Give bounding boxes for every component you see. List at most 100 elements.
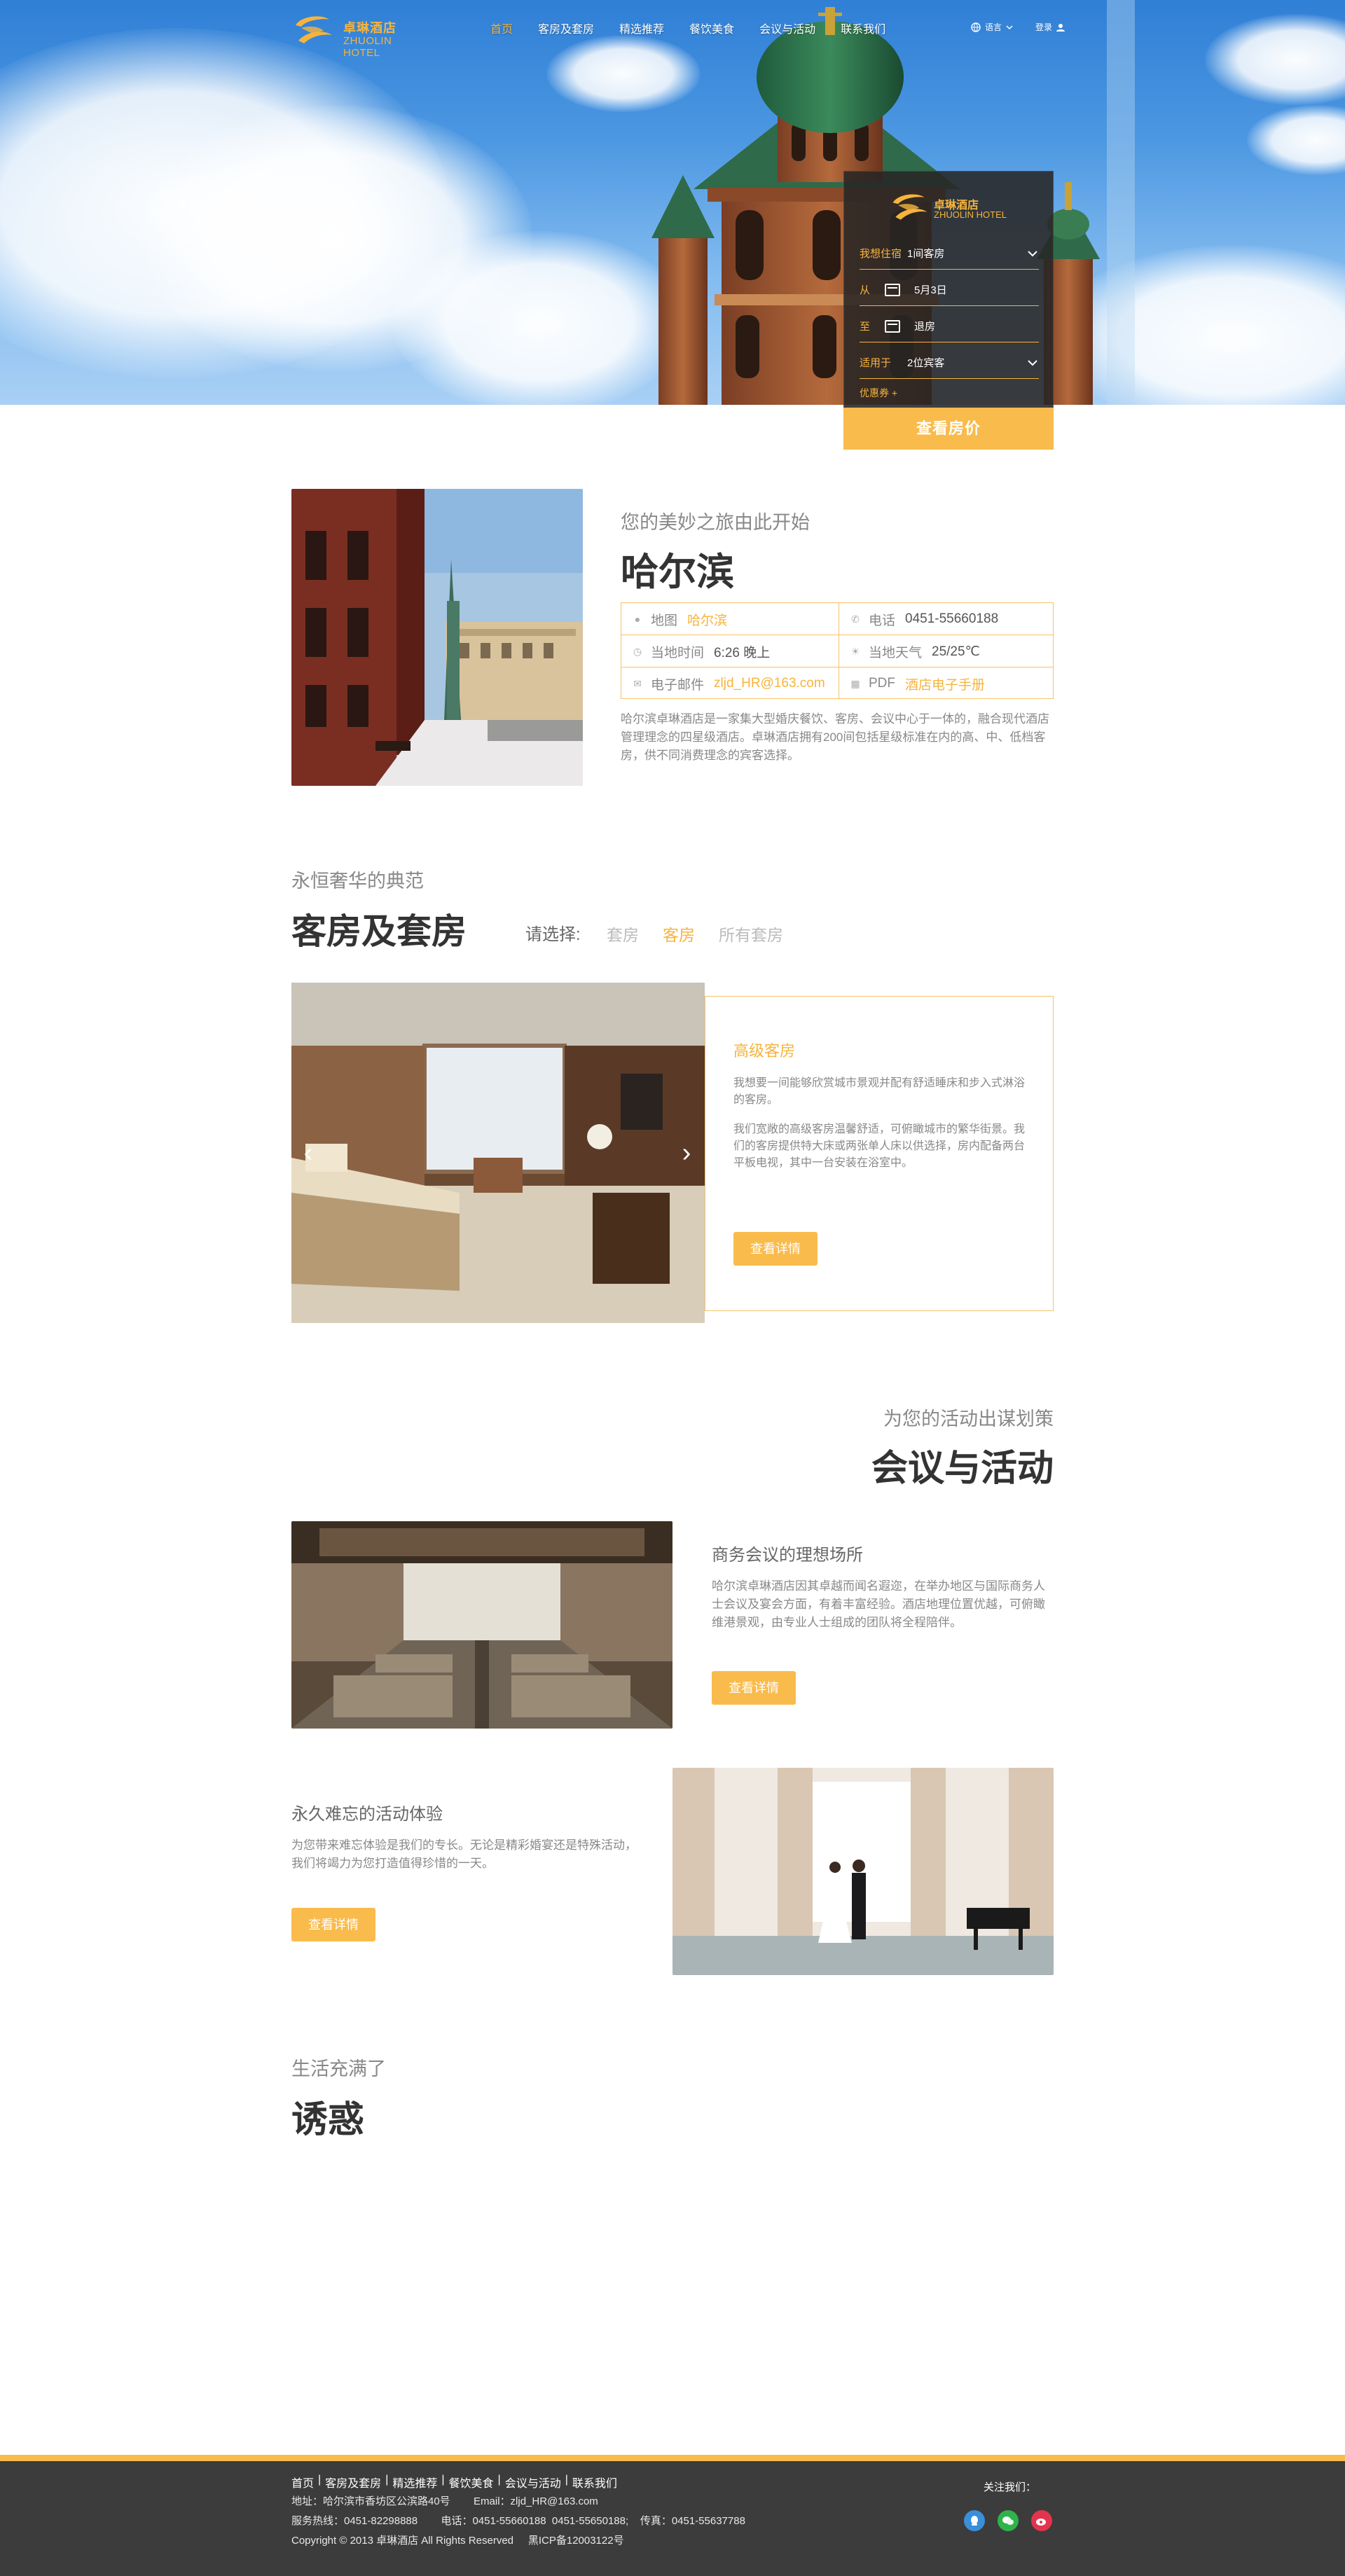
info-pdf-label: PDF — [869, 676, 895, 691]
user-icon — [1056, 23, 1065, 32]
cloud — [1247, 105, 1345, 175]
event-business-text: 哈尔滨卓琳酒店因其卓越而闻名遐迩，在举办地区与国际商务人士会议及宴会方面，有着丰… — [712, 1579, 1045, 1629]
checkin-label: 从 — [860, 284, 871, 296]
info-pdf: ▦ PDF 酒店电子手册 — [839, 667, 985, 700]
intro-title: 哈尔滨 — [621, 551, 734, 593]
footer-nav: 首页 | 客房及套房 | 精选推荐 | 餐饮美食 | 会议与活动 | 联系我们 — [291, 2474, 617, 2491]
wechat-icon[interactable] — [998, 2510, 1019, 2531]
events-title: 会议与活动 — [871, 1449, 1054, 1489]
footer-copyright: Copyright © 2013 卓琳酒店 All Rights Reserve… — [291, 2535, 624, 2547]
hero-banner: 卓琳酒店 ZHUOLIN HOTEL 首页 客房及套房 精选推荐 餐饮美食 会议… — [0, 0, 1345, 405]
life-title: 诱惑 — [291, 2100, 365, 2140]
checkout-value: 退房 — [914, 321, 936, 333]
footer-link-contact[interactable]: 联系我们 — [572, 2474, 617, 2491]
calendar-icon — [885, 319, 900, 333]
checkin-value: 5月3日 — [914, 284, 947, 296]
room-details-button[interactable]: 查看详情 — [733, 1232, 818, 1266]
room-filter-label: 请选择: — [525, 925, 581, 944]
room-filter-all-suites[interactable]: 所有套房 — [719, 922, 783, 946]
room-count-label: 我想住宿 — [860, 248, 902, 260]
check-rates-button[interactable]: 查看房价 — [843, 408, 1054, 450]
room-count-value: 1间客房 — [907, 248, 945, 260]
footer-link-dining[interactable]: 餐饮美食 — [449, 2474, 494, 2491]
globe-icon — [971, 22, 981, 32]
info-map: ● 地图 哈尔滨 — [621, 603, 727, 635]
language-selector[interactable]: 语言 — [985, 21, 1002, 33]
site-footer: 首页 | 客房及套房 | 精选推荐 | 餐饮美食 | 会议与活动 | 联系我们 地址：哈尔… — [0, 2455, 1345, 2576]
nav-item-featured[interactable]: 精选推荐 — [619, 20, 664, 36]
rooms-subtitle: 永恒奢华的典范 — [291, 871, 424, 892]
chevron-down-icon — [1028, 359, 1037, 366]
carousel-next-icon[interactable]: › — [672, 1132, 701, 1174]
footer-link-rooms[interactable]: 客房及套房 — [325, 2474, 381, 2491]
chevron-down-icon — [1006, 25, 1013, 29]
room-detail-card: 高级客房 我想要一间能够欣赏城市景观并配有舒适睡床和步入式淋浴的客房。 我们宽敞… — [705, 996, 1054, 1311]
checkout-date-field[interactable]: 至 退房 — [860, 310, 1039, 342]
info-time: ◷ 当地时间 6:26 晚上 — [621, 635, 770, 667]
map-marker-icon: ● — [634, 614, 641, 625]
checkin-date-field[interactable]: 从 5月3日 — [860, 274, 1039, 306]
info-email: ✉ 电子邮件 zljd_HR@163.com — [621, 667, 825, 700]
info-weather-label: 当地天气 — [869, 645, 923, 660]
weibo-icon[interactable] — [1031, 2510, 1052, 2531]
logo-mark-icon — [296, 16, 332, 43]
brand-name-cn: 卓琳酒店 — [343, 21, 396, 35]
nav-item-contact[interactable]: 联系我们 — [841, 20, 885, 36]
events-subtitle: 为您的活动出谋划策 — [883, 1408, 1054, 1429]
room-card-title: 高级客房 — [733, 1042, 796, 1060]
intro-subtitle: 您的美妙之旅由此开始 — [621, 512, 810, 533]
footer-link-home[interactable]: 首页 — [291, 2474, 314, 2491]
booking-logo: 卓琳酒店 ZHUOLIN HOTEL — [889, 187, 1029, 226]
info-phone-label: 电话 — [869, 613, 896, 628]
guest-count-value: 2位宾客 — [907, 357, 945, 369]
follow-us-label: 关注我们： — [984, 2481, 1037, 2493]
info-weather: ☀ 当地天气 25/25℃ — [839, 635, 980, 667]
nav-item-dining[interactable]: 餐饮美食 — [689, 20, 734, 36]
weather-icon: ☀ — [850, 645, 860, 657]
info-email-label: 电子邮件 — [651, 677, 705, 693]
info-phone: ✆ 电话 0451-55660188 — [839, 603, 998, 635]
nav-item-rooms[interactable]: 客房及套房 — [538, 20, 594, 36]
guest-count-select[interactable]: 适用于 2位宾客 — [860, 347, 1039, 379]
event-wedding-text: 为您带来难忘体验是我们的专长。无论是精彩婚宴还是特殊活动，我们将竭力为您打造值得… — [291, 1838, 637, 1870]
qq-icon[interactable] — [964, 2510, 985, 2531]
room-filter-suites[interactable]: 套房 — [607, 922, 639, 946]
room-count-select[interactable]: 我想住宿 1间客房 — [860, 237, 1039, 270]
carousel-prev-icon[interactable]: ‹ — [294, 1132, 322, 1174]
info-map-label: 地图 — [651, 613, 678, 628]
info-time-value: 6:26 晚上 — [714, 645, 771, 660]
event-wedding-details-button[interactable]: 查看详情 — [291, 1908, 375, 1941]
event-business-title: 商务会议的理想场所 — [712, 1546, 863, 1565]
info-weather-value: 25/25℃ — [932, 644, 980, 659]
life-subtitle: 生活充满了 — [291, 2058, 386, 2079]
brand-logo[interactable]: 卓琳酒店 ZHUOLIN HOTEL — [291, 10, 432, 59]
event-business-details-button[interactable]: 查看详情 — [712, 1671, 796, 1705]
info-map-link[interactable]: 哈尔滨 — [687, 610, 727, 629]
footer-link-featured[interactable]: 精选推荐 — [392, 2474, 437, 2491]
top-nav: 卓琳酒店 ZHUOLIN HOTEL 首页 客房及套房 精选推荐 餐饮美食 会议… — [0, 0, 1345, 59]
room-photo — [291, 983, 705, 1323]
clock-icon: ◷ — [633, 645, 642, 657]
nav-item-home[interactable]: 首页 — [490, 20, 513, 36]
conference-room-photo — [291, 1521, 672, 1729]
nav-utilities: 语言 登录 — [971, 21, 1065, 33]
harbin-street-photo — [291, 489, 583, 786]
room-card-intro: 我想要一间能够欣赏城市景观并配有舒适睡床和步入式淋浴的客房。 — [733, 1077, 1026, 1106]
hotel-info-table: ● 地图 哈尔滨 ✆ 电话 0451-55660188 ◷ 当地时间 6:26 … — [621, 602, 1054, 699]
footer-hotline: 服务热线：0451-82298888 电话：0451-55660188 0451… — [291, 2515, 745, 2527]
footer-link-meetings[interactable]: 会议与活动 — [505, 2474, 561, 2491]
guest-count-label: 适用于 — [860, 357, 892, 369]
login-link[interactable]: 登录 — [1035, 21, 1052, 33]
rooms-title: 客房及套房 — [291, 912, 467, 951]
brand-name-en: ZHUOLIN HOTEL — [343, 35, 392, 59]
info-email-link[interactable]: zljd_HR@163.com — [714, 676, 825, 691]
room-filter-rooms[interactable]: 客房 — [663, 922, 695, 946]
wedding-photo — [672, 1768, 1054, 1975]
promo-code-link[interactable]: 优惠券 + — [860, 386, 897, 400]
checkout-label: 至 — [860, 321, 871, 333]
logo-mark-icon — [892, 194, 927, 220]
info-time-label: 当地时间 — [651, 645, 705, 660]
info-pdf-link[interactable]: 酒店电子手册 — [905, 674, 985, 693]
nav-item-meetings[interactable]: 会议与活动 — [759, 20, 815, 36]
main-menu: 首页 客房及套房 精选推荐 餐饮美食 会议与活动 联系我们 — [490, 20, 911, 36]
